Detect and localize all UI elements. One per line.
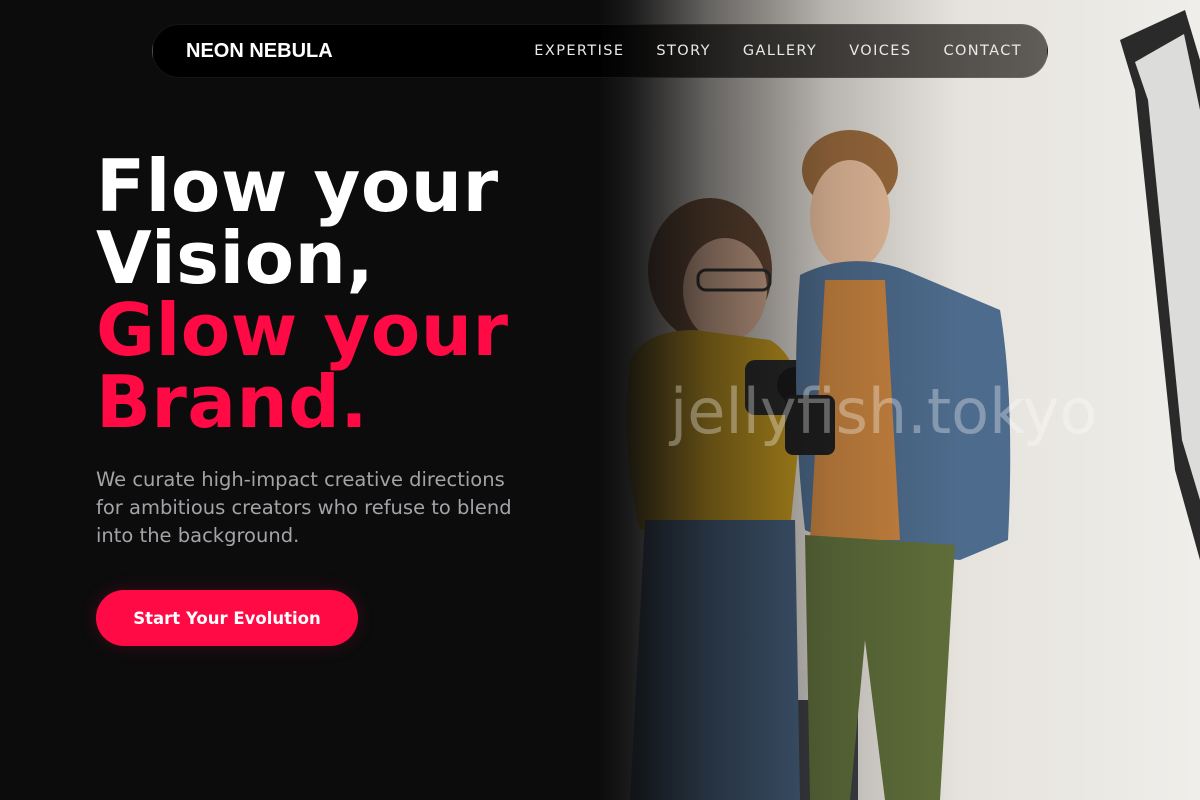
hero-subcopy: We curate high-impact creative direction… xyxy=(96,468,512,547)
nav-link-gallery[interactable]: GALLERY xyxy=(743,43,817,59)
top-nav: NEON NEBULA EXPERTISE STORY GALLERY VOIC… xyxy=(152,24,1048,78)
headline-line-2: Vision, xyxy=(96,216,375,300)
nav-link-voices[interactable]: VOICES xyxy=(849,43,911,59)
start-evolution-button[interactable]: Start Your Evolution xyxy=(96,590,358,646)
headline-line-1: Flow your xyxy=(96,144,499,228)
landing-page: jellyfish.tokyo NEON NEBULA EXPERTISE ST… xyxy=(0,0,1200,800)
headline-line-4: Brand. xyxy=(96,360,369,444)
hero-headline: Flow your Vision, Glow your Brand. xyxy=(96,150,509,438)
nav-link-expertise[interactable]: EXPERTISE xyxy=(534,43,624,59)
nav-link-contact[interactable]: CONTACT xyxy=(943,43,1022,59)
headline-line-3: Glow your xyxy=(96,288,509,372)
brand-logo[interactable]: NEON NEBULA xyxy=(186,40,333,63)
photo-watermark: jellyfish.tokyo xyxy=(670,375,1098,448)
nav-links: EXPERTISE STORY GALLERY VOICES CONTACT xyxy=(534,25,1022,77)
nav-link-story[interactable]: STORY xyxy=(656,43,710,59)
